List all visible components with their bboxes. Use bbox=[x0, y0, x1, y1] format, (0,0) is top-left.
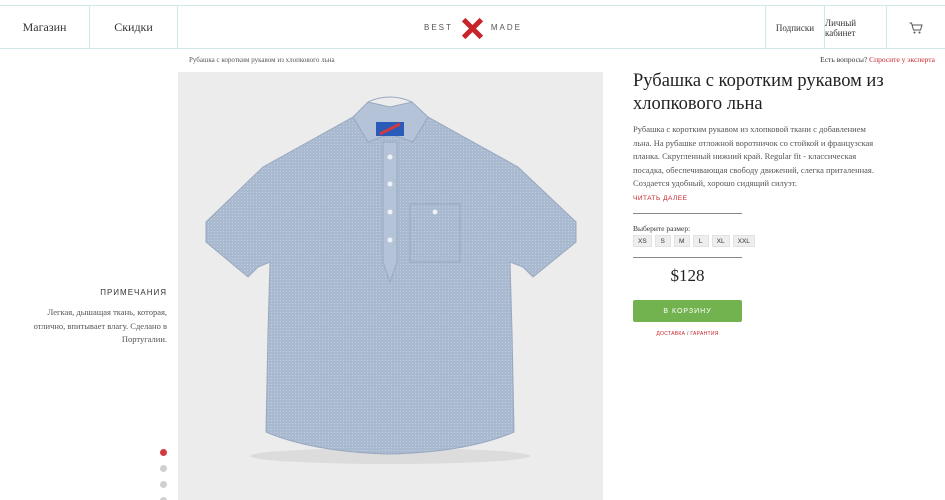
size-option-m[interactable]: M bbox=[673, 235, 690, 247]
logo-x-icon bbox=[461, 17, 483, 39]
size-option-xl[interactable]: XL bbox=[711, 235, 730, 247]
product-description: Рубашка с коротким рукавом из хлопковой … bbox=[633, 124, 874, 188]
gallery-dots bbox=[160, 449, 168, 500]
nav-shop[interactable]: Магазин bbox=[0, 6, 90, 49]
size-option-s[interactable]: S bbox=[654, 235, 671, 247]
size-option-xxl[interactable]: XXL bbox=[732, 235, 755, 247]
gallery-dot-2[interactable] bbox=[160, 465, 167, 472]
site-header: Магазин Скидки BEST MADE Подписки Личный… bbox=[0, 5, 945, 49]
product-title: Рубашка с коротким рукавом из хлопкового… bbox=[633, 71, 884, 114]
logo-text-right: MADE bbox=[490, 23, 523, 32]
link-separator: / bbox=[686, 331, 689, 337]
logo[interactable]: BEST MADE bbox=[418, 6, 528, 49]
gallery-dot-3[interactable] bbox=[160, 481, 167, 488]
price: $128 bbox=[670, 266, 705, 285]
divider bbox=[633, 213, 742, 214]
expert-link[interactable]: Спросите у эксперта bbox=[869, 55, 935, 64]
shipping-warranty-links: ДОСТАВКА / ГАРАНТИЯ bbox=[633, 331, 742, 337]
nav-sale[interactable]: Скидки bbox=[90, 6, 178, 49]
size-option-xs[interactable]: XS bbox=[633, 235, 652, 247]
size-selector: XS S M L XL XXL bbox=[633, 235, 755, 247]
logo-text-left: BEST bbox=[423, 23, 453, 32]
breadcrumb[interactable]: Рубашка с коротким рукавом из хлопкового… bbox=[189, 56, 335, 64]
read-more-link[interactable]: ЧИТАТЬ ДАЛЕЕ bbox=[633, 195, 687, 202]
divider bbox=[633, 257, 742, 258]
size-label: Выберите размер: bbox=[633, 224, 691, 233]
notes-text: Легкая, дышащая ткань, которая, отлично,… bbox=[33, 307, 167, 344]
warranty-link[interactable]: ГАРАНТИЯ bbox=[690, 331, 718, 337]
nav-account[interactable]: Личный кабинет bbox=[825, 6, 887, 49]
product-photo[interactable] bbox=[178, 72, 603, 500]
expert-question: Есть вопросы? bbox=[820, 55, 868, 64]
gallery-dot-1[interactable] bbox=[160, 449, 167, 456]
cart-icon bbox=[909, 22, 923, 33]
notes-title: ПРИМЕЧАНИЯ bbox=[100, 288, 167, 297]
shirt-image bbox=[205, 96, 577, 464]
add-to-cart-button[interactable]: В КОРЗИНУ bbox=[633, 300, 742, 322]
cart-button[interactable] bbox=[887, 6, 945, 49]
size-option-l[interactable]: L bbox=[692, 235, 709, 247]
shipping-link[interactable]: ДОСТАВКА bbox=[656, 331, 685, 337]
nav-subscriptions[interactable]: Подписки bbox=[765, 6, 825, 49]
expert-help: Есть вопросы? Спросите у эксперта bbox=[820, 55, 935, 64]
